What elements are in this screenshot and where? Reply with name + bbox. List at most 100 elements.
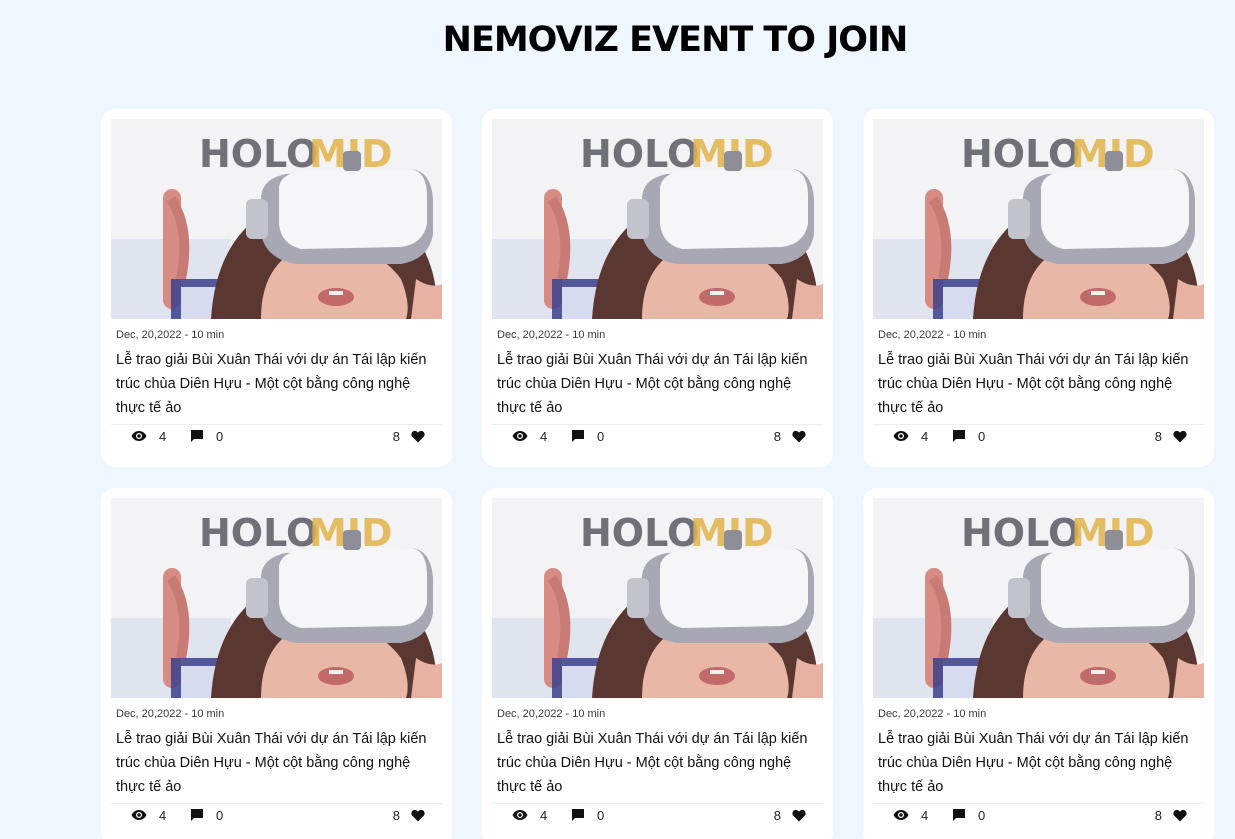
heart-icon[interactable] [411, 809, 425, 822]
likes-stat[interactable]: 8 [1155, 806, 1187, 824]
eye-icon [512, 431, 528, 441]
event-title[interactable]: Lễ trao giải Bùi Xuân Thái với dự án Tái… [116, 348, 436, 420]
comment-icon [572, 809, 584, 821]
comments-stat[interactable]: 0 [190, 427, 223, 445]
likes-count: 8 [392, 807, 400, 823]
event-card[interactable]: HOLO MID Dec, 20,2022 - 10 min Lễ trao g… [863, 109, 1214, 467]
likes-stat[interactable]: 8 [1155, 427, 1187, 445]
svg-text:HOLO: HOLO [580, 132, 699, 176]
heart-icon[interactable] [792, 430, 806, 443]
comments-stat[interactable]: 0 [571, 806, 604, 824]
comment-icon [953, 809, 965, 821]
card-divider [873, 803, 1204, 804]
heart-icon[interactable] [1173, 430, 1187, 443]
eye-icon [893, 810, 909, 820]
event-stats: 4 0 8 [111, 427, 442, 445]
views-stat: 4 [131, 427, 166, 445]
card-divider [873, 424, 1204, 425]
event-stats: 4 0 8 [873, 427, 1204, 445]
comments-count: 0 [978, 428, 986, 444]
event-card[interactable]: HOLO MID Dec, 20,2022 - 10 min Lễ trao g… [482, 488, 833, 839]
svg-text:HOLO: HOLO [961, 511, 1080, 555]
event-title[interactable]: Lễ trao giải Bùi Xuân Thái với dự án Tái… [497, 727, 817, 799]
event-title[interactable]: Lễ trao giải Bùi Xuân Thái với dự án Tái… [878, 727, 1198, 799]
section-title: NEMOVIZ EVENT TO JOIN [442, 20, 909, 60]
events-page: NEMOVIZ EVENT TO JOIN HOLO MID [0, 0, 1235, 839]
views-count: 4 [921, 428, 929, 444]
event-image[interactable]: HOLO MID [111, 498, 442, 698]
event-title[interactable]: Lễ trao giải Bùi Xuân Thái với dự án Tái… [116, 727, 436, 799]
comments-count: 0 [978, 807, 986, 823]
event-image-graphic: HOLO MID [111, 498, 442, 698]
likes-stat[interactable]: 8 [393, 806, 425, 824]
comments-stat[interactable]: 0 [571, 427, 604, 445]
card-divider [492, 424, 823, 425]
comments-count: 0 [216, 428, 224, 444]
heart-icon[interactable] [1173, 809, 1187, 822]
views-count: 4 [921, 807, 929, 823]
event-meta: Dec, 20,2022 - 10 min [116, 708, 225, 720]
event-image-graphic: HOLO MID [492, 498, 823, 698]
views-stat: 4 [512, 806, 547, 824]
card-divider [492, 803, 823, 804]
event-image-graphic: HOLO MID [111, 119, 442, 319]
eye-icon [131, 810, 147, 820]
event-image[interactable]: HOLO MID [492, 119, 823, 319]
event-image[interactable]: HOLO MID [873, 498, 1204, 698]
event-meta: Dec, 20,2022 - 10 min [878, 708, 987, 720]
event-stats: 4 0 8 [111, 806, 442, 824]
views-stat: 4 [893, 427, 928, 445]
comments-count: 0 [216, 807, 224, 823]
views-stat: 4 [131, 806, 166, 824]
comments-count: 0 [597, 807, 605, 823]
event-image[interactable]: HOLO MID [873, 119, 1204, 319]
event-stats: 4 0 8 [492, 427, 823, 445]
event-stats: 4 0 8 [873, 806, 1204, 824]
svg-text:HOLO: HOLO [199, 511, 318, 555]
heart-icon[interactable] [411, 430, 425, 443]
likes-count: 8 [1154, 807, 1162, 823]
event-meta: Dec, 20,2022 - 10 min [497, 708, 606, 720]
comments-stat[interactable]: 0 [190, 806, 223, 824]
event-title[interactable]: Lễ trao giải Bùi Xuân Thái với dự án Tái… [497, 348, 817, 420]
event-image[interactable]: HOLO MID [492, 498, 823, 698]
svg-text:HOLO: HOLO [199, 132, 318, 176]
likes-count: 8 [392, 428, 400, 444]
comment-icon [572, 430, 584, 442]
views-count: 4 [159, 428, 167, 444]
event-meta: Dec, 20,2022 - 10 min [878, 329, 987, 341]
likes-stat[interactable]: 8 [774, 427, 806, 445]
comment-icon [953, 430, 965, 442]
comments-stat[interactable]: 0 [952, 806, 985, 824]
event-image-graphic: HOLO MID [873, 498, 1204, 698]
eye-icon [893, 431, 909, 441]
likes-count: 8 [1154, 428, 1162, 444]
card-divider [111, 803, 442, 804]
svg-text:HOLO: HOLO [580, 511, 699, 555]
event-meta: Dec, 20,2022 - 10 min [116, 329, 225, 341]
event-card[interactable]: HOLO MID Dec, 20,2022 - 10 min Lễ trao g… [101, 488, 452, 839]
likes-stat[interactable]: 8 [774, 806, 806, 824]
eye-icon [131, 431, 147, 441]
event-image[interactable]: HOLO MID [111, 119, 442, 319]
event-card[interactable]: HOLO MID Dec, 20,2022 - 10 min Lễ trao g… [482, 109, 833, 467]
likes-count: 8 [773, 807, 781, 823]
likes-stat[interactable]: 8 [393, 427, 425, 445]
views-count: 4 [540, 428, 548, 444]
event-card[interactable]: HOLO MID Dec, 20,2022 - 10 min Lễ trao g… [863, 488, 1214, 839]
event-title[interactable]: Lễ trao giải Bùi Xuân Thái với dự án Tái… [878, 348, 1198, 420]
event-card[interactable]: HOLO MID Dec, 20,2022 - 10 min Lễ trao g… [101, 109, 452, 467]
event-image-graphic: HOLO MID [873, 119, 1204, 319]
comment-icon [191, 809, 203, 821]
views-count: 4 [159, 807, 167, 823]
views-stat: 4 [512, 427, 547, 445]
event-meta: Dec, 20,2022 - 10 min [497, 329, 606, 341]
svg-text:HOLO: HOLO [961, 132, 1080, 176]
comments-stat[interactable]: 0 [952, 427, 985, 445]
comments-count: 0 [597, 428, 605, 444]
heart-icon[interactable] [792, 809, 806, 822]
views-count: 4 [540, 807, 548, 823]
event-stats: 4 0 8 [492, 806, 823, 824]
eye-icon [512, 810, 528, 820]
comment-icon [191, 430, 203, 442]
